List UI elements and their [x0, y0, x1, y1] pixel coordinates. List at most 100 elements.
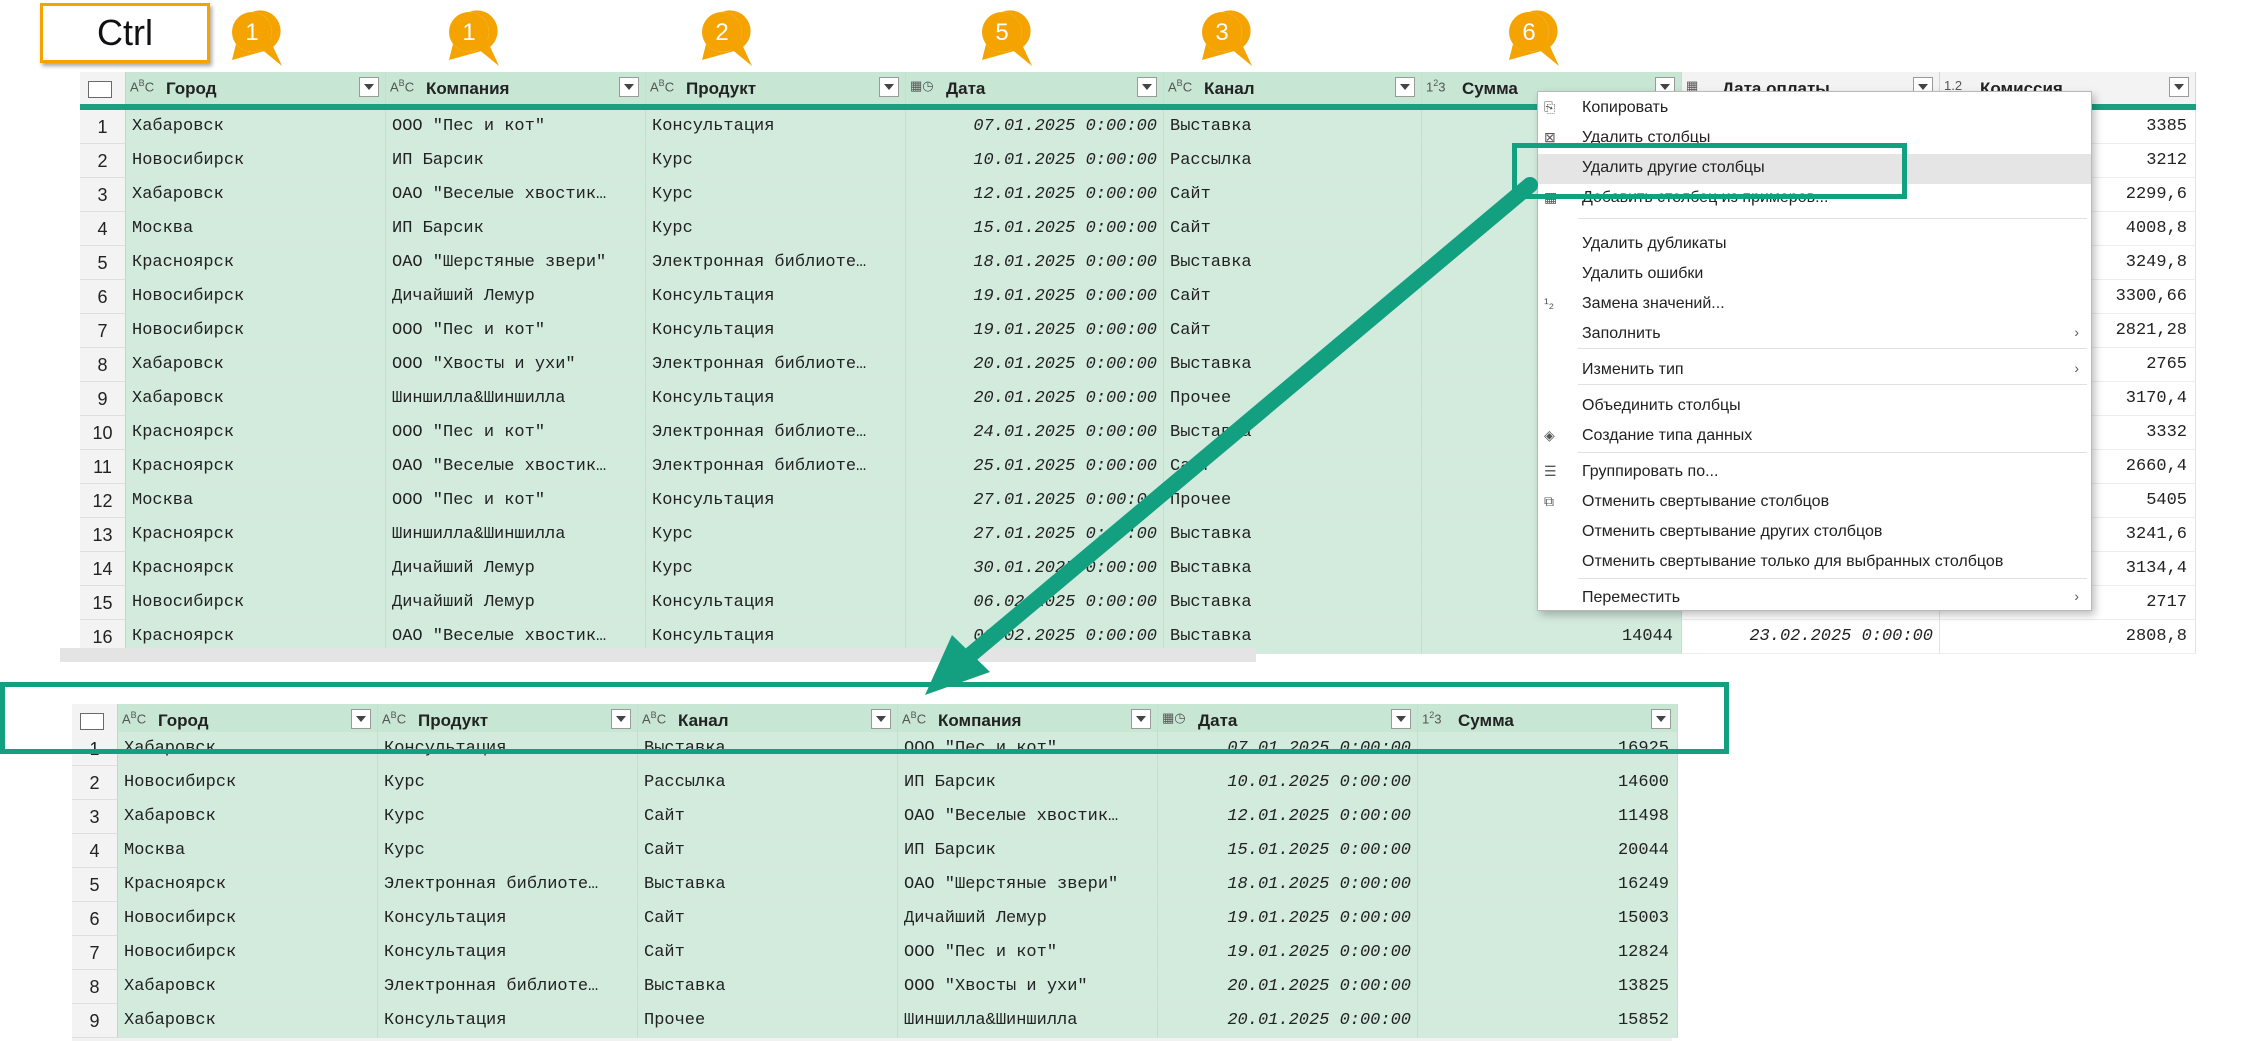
row-number[interactable]: 6 [72, 902, 118, 936]
table-cell[interactable]: ИП Барсик [386, 144, 646, 178]
table-cell[interactable]: Новосибирск [126, 280, 386, 314]
table-cell[interactable]: 19.01.2025 0:00:00 [1158, 936, 1418, 970]
table-cell[interactable]: Прочее [638, 1004, 898, 1038]
table-cell[interactable]: Красноярск [126, 450, 386, 484]
table-cell[interactable]: Сайт [638, 936, 898, 970]
table-cell[interactable]: ООО "Хвосты и ухи" [386, 348, 646, 382]
table-cell[interactable]: Курс [646, 144, 906, 178]
column-header[interactable]: ▦◷ Дата [906, 72, 1164, 104]
row-number[interactable]: 14 [80, 552, 126, 586]
table-cell[interactable]: Хабаровск [118, 800, 378, 834]
table-cell[interactable]: Шиншилла&Шиншилла [386, 382, 646, 416]
table-cell[interactable]: Электронная библиоте… [646, 450, 906, 484]
table-cell[interactable]: 20.01.2025 0:00:00 [906, 348, 1164, 382]
table-cell[interactable]: 15852 [1418, 1004, 1678, 1038]
table-cell[interactable]: Выставка [1164, 552, 1422, 586]
table-cell[interactable]: Новосибирск [126, 586, 386, 620]
table-cell[interactable]: 19.01.2025 0:00:00 [1158, 902, 1418, 936]
table-cell[interactable]: Электронная библиоте… [378, 868, 638, 902]
table-cell[interactable]: Консультация [646, 586, 906, 620]
filter-dropdown-icon[interactable] [619, 77, 639, 97]
table-cell[interactable]: Выставка [1164, 246, 1422, 280]
row-number[interactable]: 3 [80, 178, 126, 212]
menu-item-6[interactable]: Удалить ошибки [1538, 260, 2091, 290]
table-cell[interactable]: Выставка [1164, 348, 1422, 382]
table-cell[interactable]: Красноярск [126, 518, 386, 552]
menu-item-5[interactable]: Удалить дубликаты [1538, 230, 2091, 260]
table-cell[interactable]: Красноярск [118, 868, 378, 902]
table-cell[interactable]: 12.01.2025 0:00:00 [1158, 800, 1418, 834]
row-number[interactable]: 9 [80, 382, 126, 416]
table-cell[interactable]: Выставка [638, 970, 898, 1004]
table-cell[interactable]: 07.01.2025 0:00:00 [906, 110, 1164, 144]
table-cell[interactable]: Красноярск [126, 246, 386, 280]
table-cell[interactable]: Рассылка [638, 766, 898, 800]
table-cell[interactable]: Курс [646, 518, 906, 552]
table-cell[interactable]: Сайт [638, 800, 898, 834]
row-number[interactable]: 7 [80, 314, 126, 348]
table-cell[interactable]: ОАО "Веселые хвостик… [898, 800, 1158, 834]
table-cell[interactable]: Новосибирск [118, 902, 378, 936]
table-cell[interactable]: 27.01.2025 0:00:00 [906, 484, 1164, 518]
table-cell[interactable]: 15003 [1418, 902, 1678, 936]
table-cell[interactable]: ОАО "Шерстяные звери" [386, 246, 646, 280]
table-cell[interactable]: Хабаровск [126, 348, 386, 382]
filter-dropdown-icon[interactable] [1395, 77, 1415, 97]
table-cell[interactable]: 25.01.2025 0:00:00 [906, 450, 1164, 484]
row-number[interactable]: 2 [80, 144, 126, 178]
table-cell[interactable]: ОАО "Шерстяные звери" [898, 868, 1158, 902]
row-number[interactable]: 11 [80, 450, 126, 484]
table-cell[interactable]: Сайт [1164, 314, 1422, 348]
row-number[interactable]: 4 [72, 834, 118, 868]
table-cell[interactable]: Выставка [1164, 110, 1422, 144]
table-cell[interactable]: Сайт [1164, 178, 1422, 212]
table-cell[interactable]: 20044 [1418, 834, 1678, 868]
table-cell[interactable]: Прочее [1164, 382, 1422, 416]
table-cell[interactable]: 18.01.2025 0:00:00 [1158, 868, 1418, 902]
table-cell[interactable]: Курс [378, 800, 638, 834]
table-cell[interactable]: Новосибирск [126, 144, 386, 178]
table-cell[interactable]: Дичайший Лемур [386, 586, 646, 620]
row-number[interactable]: 12 [80, 484, 126, 518]
row-number[interactable]: 5 [80, 246, 126, 280]
table-cell[interactable]: 12.01.2025 0:00:00 [906, 178, 1164, 212]
table-cell[interactable]: 13825 [1418, 970, 1678, 1004]
row-number[interactable]: 15 [80, 586, 126, 620]
table-cell[interactable]: Электронная библиоте… [646, 348, 906, 382]
table-cell[interactable]: 16249 [1418, 868, 1678, 902]
row-number[interactable]: 2 [72, 766, 118, 800]
table-cell[interactable]: Дичайший Лемур [386, 552, 646, 586]
menu-item-12[interactable]: ☰ Группировать по... [1538, 458, 2091, 488]
filter-dropdown-icon[interactable] [2169, 77, 2189, 97]
table-cell[interactable]: Хабаровск [118, 970, 378, 1004]
column-header[interactable]: ABC Компания [386, 72, 646, 104]
row-number[interactable]: 9 [72, 1004, 118, 1038]
table-cell[interactable]: Сайт [638, 902, 898, 936]
table-cell[interactable]: Новосибирск [126, 314, 386, 348]
table-cell[interactable]: Сайт [1164, 280, 1422, 314]
table-cell[interactable]: 10.01.2025 0:00:00 [906, 144, 1164, 178]
row-number[interactable]: 7 [72, 936, 118, 970]
table-cell[interactable]: ООО "Пес и кот" [386, 416, 646, 450]
table-cell[interactable]: Консультация [646, 484, 906, 518]
table-cell[interactable]: ООО "Хвосты и ухи" [898, 970, 1158, 1004]
menu-item-9[interactable]: Изменить тип › [1538, 356, 2091, 386]
table-cell[interactable]: Курс [378, 766, 638, 800]
menu-item-13[interactable]: ⧉ Отменить свертывание столбцов [1538, 488, 2091, 518]
row-number[interactable]: 5 [72, 868, 118, 902]
menu-item-16[interactable]: Переместить › [1538, 584, 2091, 614]
table-cell[interactable]: 14044 [1422, 620, 1682, 654]
table-cell[interactable]: Курс [378, 834, 638, 868]
table-cell[interactable]: Дичайший Лемур [386, 280, 646, 314]
table-cell[interactable]: 2808,8 [1940, 620, 2196, 654]
table-cell[interactable]: Электронная библиоте… [378, 970, 638, 1004]
table-cell[interactable]: Хабаровск [126, 382, 386, 416]
table-cell[interactable]: Новосибирск [118, 766, 378, 800]
table-cell[interactable]: Красноярск [126, 552, 386, 586]
row-number[interactable]: 8 [72, 970, 118, 1004]
table-cell[interactable]: 19.01.2025 0:00:00 [906, 280, 1164, 314]
table-cell[interactable]: Выставка [638, 868, 898, 902]
table-cell[interactable]: ООО "Пес и кот" [386, 314, 646, 348]
table-cell[interactable]: Курс [646, 178, 906, 212]
table-cell[interactable]: 24.01.2025 0:00:00 [906, 416, 1164, 450]
